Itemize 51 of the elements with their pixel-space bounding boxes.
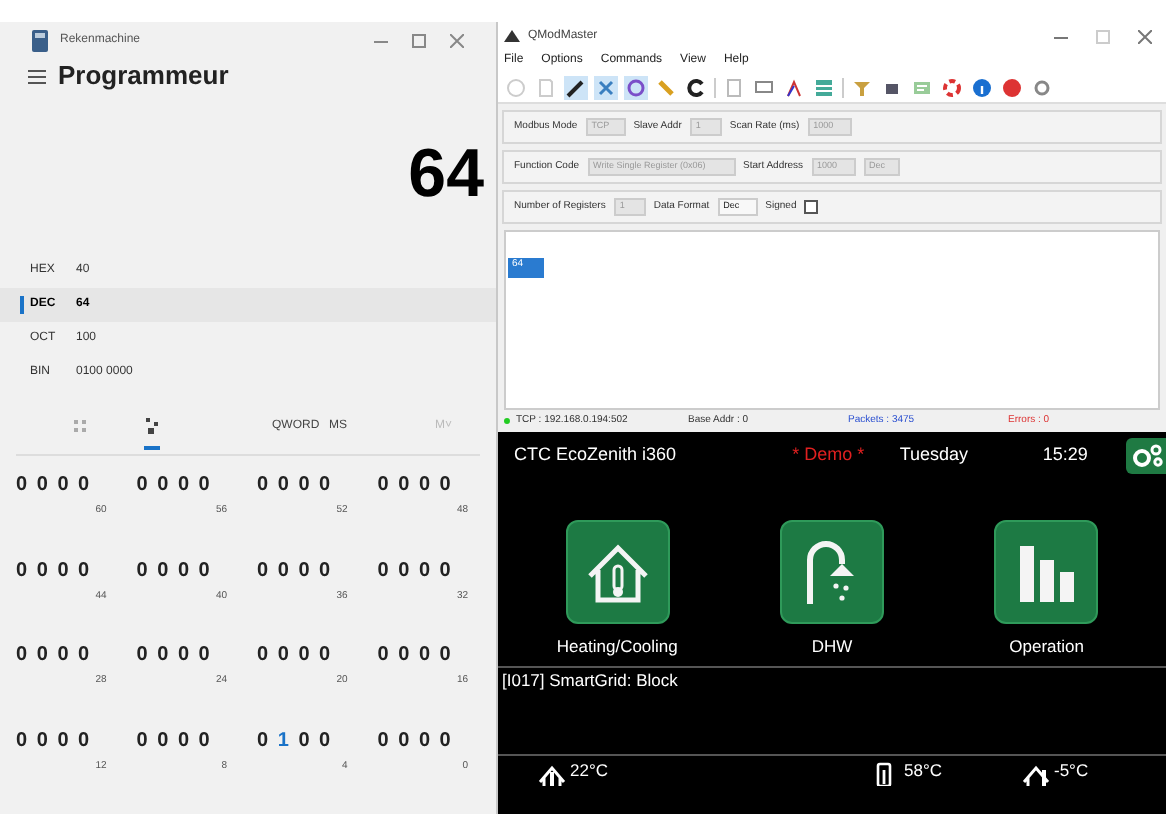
alarm-message: [I017] SmartGrid: Block bbox=[502, 669, 678, 690]
bit-group[interactable]: 0 0 0 0 bbox=[257, 476, 360, 496]
bit-group[interactable]: 0 0 0 0 bbox=[136, 561, 239, 581]
weekday: Tuesday bbox=[899, 442, 970, 469]
device-model: CTC EcoZenith i360 bbox=[514, 442, 679, 469]
bit-group[interactable]: 0 0 0 0 bbox=[16, 646, 119, 666]
temperature-reading: -5°C bbox=[1054, 761, 1089, 779]
menu-icon[interactable] bbox=[28, 69, 46, 83]
lifebuoy-icon[interactable] bbox=[940, 75, 964, 99]
app-icon bbox=[504, 30, 520, 42]
info-icon[interactable] bbox=[970, 75, 994, 99]
bit-group[interactable]: 0 0 0 0 bbox=[136, 731, 239, 751]
tile-button[interactable] bbox=[565, 520, 670, 624]
settings-button[interactable] bbox=[1126, 438, 1166, 474]
tile-label: Heating/Cooling bbox=[556, 634, 678, 660]
clock-time: 15:29 bbox=[1042, 442, 1090, 469]
temperature-reading: 58°C bbox=[904, 761, 942, 779]
bit-group[interactable]: 0 0 0 0 bbox=[16, 731, 119, 751]
maximize-icon[interactable] bbox=[412, 33, 426, 47]
temperature-reading: 22°C bbox=[570, 761, 608, 779]
tile-button[interactable] bbox=[994, 520, 1099, 624]
keypad-icon bbox=[74, 419, 86, 433]
bit-group[interactable]: 0 0 0 0 bbox=[257, 561, 360, 581]
tile-label: DHW bbox=[811, 634, 853, 660]
bit-grid-icon bbox=[146, 418, 158, 434]
cross-icon[interactable] bbox=[594, 75, 618, 99]
bit-group[interactable]: 0 1 0 0 bbox=[257, 731, 360, 751]
demo-label: * Demo * bbox=[792, 442, 867, 469]
bit-group[interactable]: 0 0 0 0 bbox=[136, 476, 239, 496]
tile-button[interactable] bbox=[779, 520, 884, 624]
close-icon[interactable] bbox=[1138, 29, 1152, 43]
bit-group[interactable]: 0 0 0 0 bbox=[16, 561, 119, 581]
pen-icon[interactable] bbox=[564, 75, 588, 99]
close-icon[interactable] bbox=[450, 33, 464, 47]
bit-group[interactable]: 0 0 0 0 bbox=[257, 646, 360, 666]
house-thermometer-icon bbox=[1022, 761, 1050, 786]
tile-label: Operation bbox=[1009, 634, 1084, 660]
bit-group[interactable]: 0 0 0 0 bbox=[377, 476, 480, 496]
bit-group[interactable]: 0 0 0 0 bbox=[377, 646, 480, 666]
signed-checkbox[interactable] bbox=[804, 200, 819, 214]
stop-icon[interactable] bbox=[1000, 75, 1024, 99]
calculator-app-icon bbox=[32, 29, 48, 51]
bit-group[interactable]: 0 0 0 0 bbox=[136, 646, 239, 666]
bit-group[interactable]: 0 0 0 0 bbox=[377, 561, 480, 581]
refresh-icon[interactable] bbox=[684, 75, 708, 99]
bit-group[interactable]: 0 0 0 0 bbox=[377, 731, 480, 751]
mode-title: Programmeur bbox=[58, 58, 229, 95]
house-thermometer-icon bbox=[538, 761, 566, 786]
result-display: 64 bbox=[408, 140, 484, 208]
ring-icon[interactable] bbox=[624, 75, 648, 99]
bit-group[interactable]: 0 0 0 0 bbox=[16, 476, 119, 496]
